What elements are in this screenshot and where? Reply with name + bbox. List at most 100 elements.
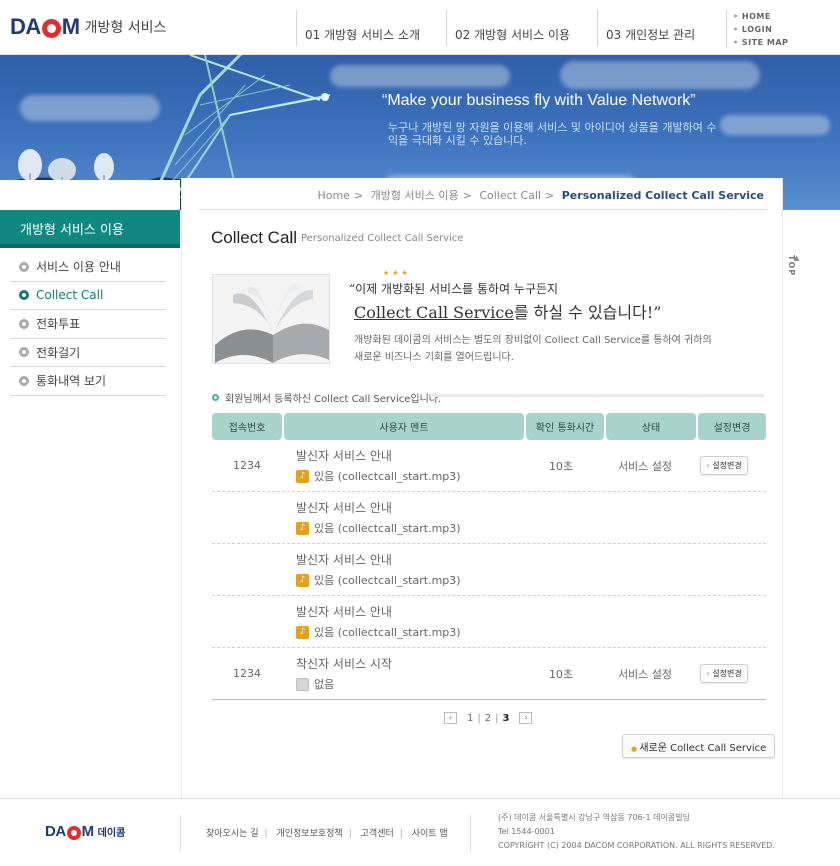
footer-logo: DA M 데이콤 — [45, 823, 125, 840]
col-header-number: 접속번호 — [212, 413, 282, 440]
cell-status — [600, 492, 690, 543]
tel-line: Tel 1544-0001 — [498, 827, 555, 836]
circle-bullet-icon — [212, 394, 219, 401]
ment-file[interactable]: ♪ 있음 (collectcall_start.mp3) — [296, 520, 461, 536]
footer-link-privacy[interactable]: 개인정보보호정책 — [276, 829, 342, 839]
logo-text-da: DA — [10, 14, 41, 39]
top-nav-item-intro[interactable]: 01 개방형 서비스 소개 — [296, 10, 446, 46]
ment-file-label: 있음 (collectcall_start.mp3) — [314, 522, 461, 535]
book-illustration — [212, 274, 330, 364]
login-link[interactable]: LOGIN — [733, 23, 788, 36]
quote-line-1: “이제 개방화된 서비스를 통하여 누구든지 — [349, 282, 559, 296]
cell-settings — [690, 596, 758, 647]
table-row: 발신자 서비스 안내 ♪ 있음 (collectcall_start.mp3) — [212, 544, 766, 596]
cell-number: 1234 — [233, 459, 261, 472]
footer-divider — [470, 815, 471, 851]
banner-description: 누구나 개방된 망 자원을 이용해 서비스 및 아이디어 상품을 개발하여 수익… — [388, 121, 717, 147]
footer-logo-subtitle: 데이콤 — [97, 828, 126, 839]
ment-title: 발신자 서비스 안내 — [296, 501, 392, 515]
footer-divider — [180, 815, 181, 851]
prev-page-button[interactable]: ‹ — [444, 712, 457, 724]
logo-circle-icon — [66, 825, 81, 840]
logo-text-da: DA — [45, 823, 66, 840]
page-1[interactable]: 1 — [467, 713, 473, 724]
cell-ment: 발신자 서비스 안내 ♪ 있음 (collectcall_start.mp3) — [282, 596, 522, 647]
breadcrumb-collect-call[interactable]: Collect Call — [479, 189, 541, 202]
top-link[interactable]: TOP — [787, 255, 796, 276]
utility-nav: HOME LOGIN SITE MAP — [726, 10, 788, 48]
dacom-logo[interactable]: DA M 개방형 서비스 — [10, 14, 166, 40]
cell-time — [522, 544, 600, 595]
banner-headline: “Make your business fly with Value Netwo… — [382, 92, 696, 109]
notice-divider — [430, 394, 764, 397]
top-nav-item-usage[interactable]: 02 개방형 서비스 이용 — [446, 10, 597, 46]
quote-service-name: Collect Call Service — [354, 303, 514, 322]
footer: DA M 데이콤 찾아오시는 길 | 개인정보보호정책 | 고객센터 | 사이트 맵 … — [0, 798, 840, 866]
breadcrumb-home[interactable]: Home — [317, 189, 349, 202]
sidebar-item-phone-vote[interactable]: 전화투표 — [10, 310, 166, 339]
ment-file-label: 없음 — [314, 678, 335, 691]
sidebar-item-label: 전화걸기 — [36, 345, 81, 360]
cell-number — [212, 596, 282, 647]
pagination: ‹ 1 | 2 | 3 › — [438, 712, 538, 724]
cell-ment: 착신자 서비스 시작 없음 — [282, 648, 522, 699]
site-map-link[interactable]: SITE MAP — [733, 36, 788, 49]
footer-link-support[interactable]: 고객센터 — [361, 829, 394, 839]
intro-text: 개방화된 데이콤의 서비스는 별도의 장비없이 Collect Call Ser… — [354, 335, 712, 363]
sidebar-item-service-guide[interactable]: 서비스 이용 안내 — [10, 253, 166, 282]
cell-ment: 발신자 서비스 안내 ♪ 있음 (collectcall_start.mp3) — [282, 544, 522, 595]
top-nav-item-privacy[interactable]: 03 개인정보 관리 — [597, 10, 723, 46]
bullet-icon — [19, 318, 29, 329]
main-content: Home > 개방형 서비스 이용 > Collect Call > Personal… — [181, 178, 783, 798]
empty-file-icon — [296, 677, 309, 691]
sidebar-item-call-history[interactable]: 통화내역 보기 — [10, 367, 166, 396]
sidebar-item-make-call[interactable]: 전화걸기 — [10, 339, 166, 367]
new-collect-call-button[interactable]: 새로운 Collect Call Service — [622, 734, 776, 758]
sidebar-item-label: 통화내역 보기 — [36, 374, 107, 389]
footer-link-sitemap[interactable]: 사이트 맵 — [412, 829, 448, 839]
cell-time: 10초 — [548, 667, 574, 681]
bullet-icon — [19, 290, 29, 301]
address-line: (주) 데이콤 서울특별시 강남구 역삼동 706-1 데이콤빌딩 — [498, 813, 690, 822]
ment-title: 발신자 서비스 안내 — [296, 553, 392, 567]
ment-file-label: 있음 (collectcall_start.mp3) — [314, 574, 461, 587]
sidebar-item-label: 서비스 이용 안내 — [36, 260, 121, 275]
cell-status: 서비스 설정 — [617, 667, 673, 681]
ment-file[interactable]: ♪ 있음 (collectcall_start.mp3) — [296, 572, 461, 588]
breadcrumb-current: Personalized Collect Call Service — [561, 189, 764, 202]
header: DA M 개방형 서비스 01 개방형 서비스 소개 02 개방형 서비스 이용… — [0, 0, 840, 55]
cell-status — [600, 544, 690, 595]
ment-title: 발신자 서비스 안내 — [296, 605, 392, 619]
quote-line-2: Collect Call Service를 하실 수 있습니다!” — [354, 299, 661, 323]
cell-settings: 설정변경 — [690, 648, 758, 699]
settings-change-button[interactable]: 설정변경 — [700, 664, 748, 683]
notice: 회원님께서 등록하신 Collect Call Service입니다. — [212, 390, 441, 405]
cell-settings: 설정변경 — [690, 440, 758, 491]
next-page-button[interactable]: › — [519, 712, 533, 724]
col-header-time: 확인 통화시간 — [526, 413, 604, 440]
quote-line-2-rest: 를 하실 수 있습니다!” — [513, 303, 662, 322]
settings-change-button[interactable]: 설정변경 — [700, 456, 748, 475]
music-note-icon: ♪ — [296, 521, 309, 535]
cell-ment: 발신자 서비스 안내 ♪ 있음 (collectcall_start.mp3) — [282, 492, 522, 543]
cell-time — [522, 596, 600, 647]
sidebar-item-collect-call[interactable]: Collect Call — [10, 282, 166, 310]
bullet-icon — [19, 375, 29, 386]
page-3[interactable]: 3 — [503, 713, 510, 724]
copyright-line: COPYRIGHT (C) 2004 DACOM CORPORATION. AL… — [498, 841, 775, 850]
ment-file[interactable]: ♪ 있음 (collectcall_start.mp3) — [296, 468, 461, 484]
logo-circle-icon — [41, 18, 61, 38]
music-note-icon: ♪ — [296, 625, 309, 639]
ment-file[interactable]: ♪ 있음 (collectcall_start.mp3) — [296, 624, 461, 640]
ment-title: 발신자 서비스 안내 — [296, 449, 392, 463]
page-2[interactable]: 2 — [485, 713, 491, 724]
table-header: 접속번호 사용자 멘트 확인 통화시간 상태 설정변경 — [212, 413, 766, 440]
col-header-ment: 사용자 멘트 — [284, 413, 524, 440]
ment-title: 착신자 서비스 시작 — [296, 657, 392, 671]
breadcrumb-usage[interactable]: 개방형 서비스 이용 — [371, 189, 459, 202]
footer-links: 찾아오시는 길 | 개인정보보호정책 | 고객센터 | 사이트 맵 — [206, 829, 448, 839]
top-nav: 01 개방형 서비스 소개 02 개방형 서비스 이용 03 개인정보 관리 — [296, 10, 723, 46]
home-link[interactable]: HOME — [733, 10, 788, 23]
breadcrumb-divider — [199, 209, 767, 210]
footer-link-directions[interactable]: 찾아오시는 길 — [206, 829, 259, 839]
